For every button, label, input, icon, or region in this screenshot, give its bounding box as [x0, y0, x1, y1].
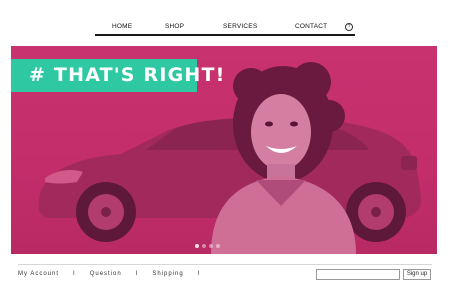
question-icon[interactable]: ?: [345, 23, 353, 31]
hero-banner: # THAT'S RIGHT!: [11, 59, 224, 92]
slide-dot[interactable]: [209, 244, 213, 248]
signup-button[interactable]: Sign up: [403, 269, 431, 280]
nav-shop-link[interactable]: SHOP: [165, 23, 184, 30]
nav-home-link[interactable]: HOME: [112, 23, 132, 30]
nav-contact-link[interactable]: CONTACT: [295, 23, 327, 30]
footer-separator: I: [135, 271, 139, 277]
car-taillight: [401, 156, 417, 170]
hero-banner-text: # THAT'S RIGHT!: [29, 64, 226, 86]
footer-links: My Account I Question I Shipping I: [18, 271, 214, 277]
slide-dot[interactable]: [202, 244, 206, 248]
nav-services-link[interactable]: SERVICES: [223, 23, 257, 30]
top-navigation: HOME SHOP SERVICES CONTACT ?: [95, 20, 355, 36]
newsletter-email-input[interactable]: [316, 269, 400, 280]
footer-shipping-link[interactable]: Shipping: [152, 271, 183, 277]
footer-divider: [18, 264, 432, 265]
car-headlight: [45, 170, 83, 184]
hero-slideshow: # THAT'S RIGHT!: [11, 46, 437, 254]
slide-dot[interactable]: [195, 244, 199, 248]
footer-question-link[interactable]: Question: [90, 271, 122, 277]
slide-dot[interactable]: [216, 244, 220, 248]
footer-my-account-link[interactable]: My Account: [18, 271, 59, 277]
footer-separator: I: [197, 271, 201, 277]
woman-face: [251, 94, 311, 170]
footer-separator: I: [73, 271, 76, 277]
